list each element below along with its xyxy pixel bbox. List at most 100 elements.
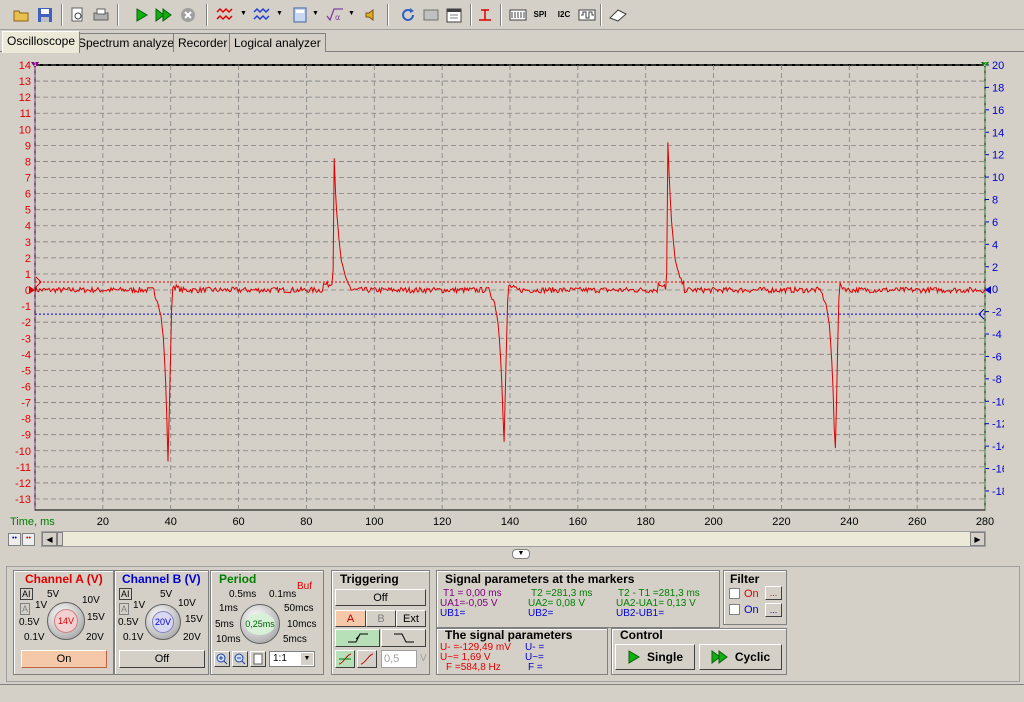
scale-label: 1V: [35, 600, 48, 611]
uart-icon[interactable]: [576, 4, 598, 26]
oscilloscope-display[interactable]: 14 13 12 11 10 9 8 7 6 5 4 3 2 1 0 -1 -2 -3 -4 -5 -6 -7 -8 -9 -1…: [8, 54, 1004, 550]
period-knob[interactable]: 0,25ms: [240, 604, 280, 644]
y-axis-b-tick-label: -8: [992, 374, 1002, 386]
open-icon[interactable]: [10, 4, 32, 26]
signal-parameters-title: The signal parameters: [445, 628, 573, 642]
zoom-ratio-select[interactable]: 1:1 ▼: [269, 651, 315, 667]
dropdown-arrow-icon[interactable]: ▼: [240, 10, 247, 20]
eraser-icon[interactable]: [607, 4, 629, 26]
scroll-thumb[interactable]: [57, 532, 63, 546]
period-title: Period: [219, 572, 257, 586]
trigger-source-a-button[interactable]: A: [335, 610, 366, 627]
filter-panel: Filter On ... On ...: [723, 570, 787, 625]
print-preview-icon[interactable]: [66, 4, 88, 26]
falling-edge-button[interactable]: [381, 629, 426, 647]
channel-a-ai-toggle[interactable]: AI: [20, 588, 33, 600]
y-axis-b-tick-label: -16: [992, 464, 1004, 476]
channel-a-ac-toggle[interactable]: A: [20, 603, 31, 615]
save-icon[interactable]: [34, 4, 56, 26]
tab-recorder[interactable]: Recorder: [173, 33, 233, 52]
rising-edge-button[interactable]: [335, 629, 380, 647]
math-sqrt-icon[interactable]: α: [324, 4, 346, 26]
calculator-icon[interactable]: [289, 4, 311, 26]
trigger-source-ext-button[interactable]: Ext: [396, 610, 426, 627]
y-axis-a-tick-label: 9: [25, 140, 31, 152]
filter-a-checkbox[interactable]: [729, 588, 740, 599]
filter-b-checkbox[interactable]: [729, 604, 740, 615]
trigger-icon[interactable]: [474, 4, 496, 26]
channel-b-ac-toggle[interactable]: A: [119, 603, 130, 615]
tab-logical-analyzer[interactable]: Logical analyzer: [229, 33, 326, 52]
y-axis-a-tick-label: -10: [15, 446, 31, 458]
cyclic-button[interactable]: Cyclic: [699, 644, 782, 670]
chevron-down-icon[interactable]: ▼: [301, 653, 313, 665]
print-icon[interactable]: [90, 4, 112, 26]
generator-b-icon[interactable]: [251, 4, 273, 26]
scale-label: 5V: [47, 589, 60, 600]
oscilloscope-plot[interactable]: 14131211109876543210-1-2-3-4-5-6-7-8-9-1…: [8, 54, 1004, 550]
channel-b-ai-toggle[interactable]: AI: [119, 588, 132, 600]
refresh-icon[interactable]: [397, 4, 419, 26]
single-button[interactable]: Single: [615, 644, 695, 670]
channel-a-zero-marker-icon: [29, 286, 35, 295]
period-panel: Period Buf 0.5ms 0.1ms 1ms 50mcs 5ms 10m…: [210, 570, 324, 675]
y-axis-a-tick-label: 10: [19, 124, 31, 136]
scale-label: 10ms: [216, 634, 241, 645]
sound-icon[interactable]: [360, 4, 382, 26]
marker-ub1-value: UB1=: [440, 608, 466, 619]
generator-a-icon[interactable]: [214, 4, 236, 26]
start-icon[interactable]: [130, 4, 152, 26]
trigger-mode-button[interactable]: Off: [335, 589, 426, 606]
dropdown-arrow-icon[interactable]: ▼: [348, 10, 355, 20]
hex-1-icon[interactable]: [507, 4, 529, 26]
channel-b-zero-marker-icon: [985, 286, 991, 295]
filter-b-settings-button[interactable]: ...: [765, 603, 782, 617]
x-axis-tick-label: 180: [637, 516, 655, 528]
channel-a-scroll-button[interactable]: ••: [22, 533, 35, 546]
tab-spectrum-analyzer[interactable]: Spectrum analyzer: [73, 33, 184, 52]
y-axis-a-tick-label: 12: [19, 92, 31, 104]
y-axis-b-tick-label: -6: [992, 351, 1002, 363]
scroll-left-icon[interactable]: ◀: [42, 532, 57, 546]
y-axis-a-tick-label: 8: [25, 156, 31, 168]
dropdown-arrow-icon[interactable]: ▼: [312, 10, 319, 20]
y-axis-a-tick-label: -6: [21, 381, 31, 393]
time-scrollbar[interactable]: ◀ ▶: [41, 531, 986, 547]
trigger-source-b-button[interactable]: B: [366, 610, 396, 627]
y-axis-a-tick-label: -4: [21, 349, 31, 361]
x-axis-tick-label: 220: [772, 516, 790, 528]
channel-b-off-button[interactable]: Off: [119, 650, 205, 668]
scale-label: 20V: [183, 632, 201, 643]
zoom-out-icon[interactable]: [232, 651, 248, 667]
y-axis-b-tick-label: 8: [992, 195, 998, 207]
channel-b-scroll-button[interactable]: ••: [8, 533, 21, 546]
y-axis-b-tick-label: 12: [992, 150, 1004, 162]
i2c-icon[interactable]: I2C: [553, 4, 575, 26]
signal-b-frequency-value: F =: [528, 662, 543, 673]
channel-a-on-button[interactable]: On: [21, 650, 107, 668]
trigger-single-icon[interactable]: [357, 650, 377, 668]
tab-oscilloscope[interactable]: Oscilloscope: [2, 31, 81, 53]
y-axis-a-tick-label: -13: [15, 494, 31, 506]
trigger-auto-icon[interactable]: [335, 650, 355, 668]
channel-a-scale-knob[interactable]: 14V: [47, 602, 85, 640]
spi-icon[interactable]: SPI: [529, 4, 551, 26]
collapse-panel-icon[interactable]: ▼: [512, 549, 530, 559]
x-axis-tick-label: 280: [976, 516, 994, 528]
scale-label: 15V: [87, 612, 105, 623]
y-axis-a-tick-label: 2: [25, 253, 31, 265]
filter-a-settings-button[interactable]: ...: [765, 586, 782, 600]
play-icon: [628, 650, 640, 664]
dropdown-arrow-icon[interactable]: ▼: [276, 10, 283, 20]
page-icon[interactable]: [250, 651, 266, 667]
y-axis-a-tick-label: -7: [21, 398, 31, 410]
screen-icon[interactable]: [420, 4, 442, 26]
stop-icon[interactable]: [177, 4, 199, 26]
start-all-icon[interactable]: [153, 4, 175, 26]
trigger-level-input[interactable]: 0,5: [381, 650, 417, 668]
channel-b-scale-knob[interactable]: 20V: [145, 604, 181, 640]
scroll-right-icon[interactable]: ▶: [970, 532, 985, 546]
x-axis-tick-label: 140: [501, 516, 519, 528]
calendar-icon[interactable]: [443, 4, 465, 26]
zoom-in-icon[interactable]: [214, 651, 230, 667]
